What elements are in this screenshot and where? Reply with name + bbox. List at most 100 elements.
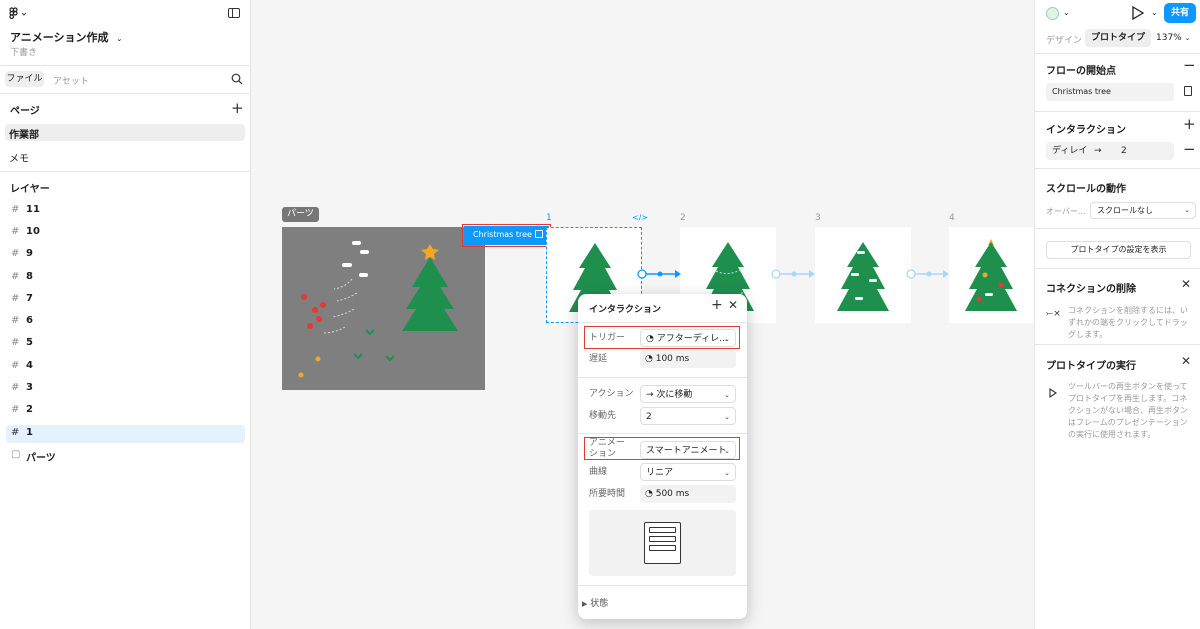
layer-item-3[interactable]: #3 xyxy=(6,380,245,398)
parts-illustration xyxy=(298,241,458,378)
destination-select[interactable]: 2 ⌄ xyxy=(640,407,736,425)
page-item-memo[interactable]: メモ xyxy=(9,150,29,165)
tab-design[interactable]: デザイン xyxy=(1046,33,1082,46)
frame-icon: # xyxy=(11,360,20,371)
divider xyxy=(1035,268,1200,269)
figma-menu-icon[interactable] xyxy=(9,7,31,21)
curve-label: 曲線 xyxy=(589,467,608,477)
tab-assets[interactable]: アセット xyxy=(53,74,89,87)
delete-connection-title: コネクションの削除 xyxy=(1046,284,1136,295)
minus-icon[interactable]: − xyxy=(1183,58,1196,73)
parts-section[interactable] xyxy=(282,227,485,390)
destination-label: 移動先 xyxy=(589,411,617,421)
divider xyxy=(0,65,250,66)
duration-value: 500 ms xyxy=(655,489,690,499)
flow-start-field[interactable]: Christmas tree xyxy=(1046,83,1174,101)
frame-icon: # xyxy=(11,427,20,438)
layer-item-6[interactable]: #6 xyxy=(6,313,245,331)
divider xyxy=(578,322,747,323)
search-icon[interactable] xyxy=(231,73,243,85)
layer-label: 10 xyxy=(26,226,40,237)
close-icon[interactable]: ✕ xyxy=(1181,354,1191,368)
chevron-down-icon: ⌄ xyxy=(724,391,730,399)
layer-item-11[interactable]: #11 xyxy=(6,202,245,220)
overflow-select[interactable]: スクロールなし ⌄ xyxy=(1090,202,1196,219)
add-interaction-icon[interactable]: + xyxy=(711,297,723,313)
interaction-popup[interactable]: インタラクション + ✕ トリガー ◔ アフターディレ... ⌄ 遅延 ◔ 10… xyxy=(578,294,747,619)
interaction-row[interactable]: ディレイ → 2 xyxy=(1046,142,1174,160)
document-icon[interactable] xyxy=(1184,86,1192,96)
layer-label: パーツ xyxy=(26,453,56,464)
chevron-down-icon[interactable]: ⌄ xyxy=(1063,8,1070,17)
tab-prototype[interactable]: プロトタイプ xyxy=(1085,29,1152,47)
divider xyxy=(1035,111,1200,112)
timer-icon: ◔ xyxy=(645,354,656,364)
frame-icon: # xyxy=(11,382,20,393)
frame-number-2: 2 xyxy=(680,213,686,223)
animation-highlight xyxy=(584,437,740,460)
parts-section-label[interactable]: パーツ xyxy=(282,207,319,222)
delete-connection-text: コネクションを削除するには、いずれかの端をクリックしてドラッグします。 xyxy=(1068,306,1188,339)
divider xyxy=(578,377,747,378)
remove-interaction-icon[interactable]: − xyxy=(1183,142,1196,157)
prototype-settings-button[interactable]: プロトタイプの設定を表示 xyxy=(1046,241,1191,259)
share-button[interactable]: 共有 xyxy=(1164,3,1196,23)
divider xyxy=(1035,53,1200,54)
curve-select[interactable]: リニア ⌄ xyxy=(640,463,736,481)
delay-value: 100 ms xyxy=(655,354,690,364)
interaction-title: インタラクション xyxy=(1046,125,1126,136)
tab-files[interactable]: ファイル xyxy=(5,71,44,87)
frame-icon: # xyxy=(11,248,20,259)
avatar[interactable] xyxy=(1046,7,1059,20)
flow-start-title: フローの開始点 xyxy=(1046,66,1116,77)
play-icon[interactable] xyxy=(1132,5,1145,23)
prototype-settings-label: プロトタイプの設定を表示 xyxy=(1070,245,1167,254)
trigger-highlight xyxy=(584,326,740,349)
close-icon[interactable]: ✕ xyxy=(728,298,738,312)
divider xyxy=(578,585,747,586)
layer-label: 2 xyxy=(26,404,33,415)
layer-item-parts[interactable]: ▢ パーツ xyxy=(6,447,245,465)
chevron-down-icon[interactable]: ⌄ xyxy=(1151,8,1158,17)
destination-value: 2 xyxy=(646,412,652,422)
delay-input[interactable]: ◔ 100 ms xyxy=(640,350,736,368)
file-name[interactable]: アニメーション作成 ⌄ xyxy=(10,29,122,45)
layer-item-8[interactable]: #8 xyxy=(6,269,245,287)
action-select[interactable]: → 次に移動 ⌄ xyxy=(640,385,736,403)
layer-item-2[interactable]: #2 xyxy=(6,402,245,420)
zoom-value: 137% xyxy=(1156,33,1182,43)
run-prototype-title: プロトタイプの実行 xyxy=(1046,361,1136,372)
parts-label-text: パーツ xyxy=(287,209,314,219)
layer-item-1[interactable]: #1 xyxy=(6,425,245,443)
layer-item-10[interactable]: #10 xyxy=(6,224,245,242)
layer-item-5[interactable]: #5 xyxy=(6,335,245,353)
layer-label: 5 xyxy=(26,337,33,348)
duration-input[interactable]: ◔ 500 ms xyxy=(640,485,736,503)
layer-item-7[interactable]: #7 xyxy=(6,291,245,309)
layer-label: 11 xyxy=(26,204,40,215)
popup-title: インタラクション xyxy=(589,305,662,315)
curve-value: リニア xyxy=(646,468,674,478)
layers-title: レイヤー xyxy=(10,184,50,195)
code-icon[interactable]: </> xyxy=(632,213,648,222)
page-item-work[interactable]: 作業部 xyxy=(5,124,245,141)
sidebar-toggle-icon[interactable] xyxy=(228,8,240,18)
chevron-down-icon: ⌄ xyxy=(1184,206,1190,214)
preview-frame-icon xyxy=(644,522,681,564)
frame-number-3: 3 xyxy=(815,213,821,223)
layer-label: 6 xyxy=(26,315,33,326)
animation-preview xyxy=(589,510,736,576)
layer-item-4[interactable]: #4 xyxy=(6,358,245,376)
flow-start-value: Christmas tree xyxy=(1052,87,1111,96)
run-prototype-text: ツールバーの再生ボタンを使ってプロトタイプを再生します。コネクションがない場合、… xyxy=(1068,382,1188,439)
divider xyxy=(578,433,747,434)
close-icon[interactable]: ✕ xyxy=(1181,277,1191,291)
interaction-target: 2 xyxy=(1121,146,1127,156)
layer-label: 8 xyxy=(26,271,33,282)
layer-item-9[interactable]: #9 xyxy=(6,246,245,264)
zoom-select[interactable]: 137% ⌄ xyxy=(1156,33,1190,43)
interaction-trigger: ディレイ xyxy=(1052,146,1088,156)
add-page-icon[interactable]: + xyxy=(231,99,244,117)
add-interaction-icon[interactable]: + xyxy=(1183,117,1196,132)
state-toggle[interactable]: ▶ 状態 xyxy=(582,596,608,609)
